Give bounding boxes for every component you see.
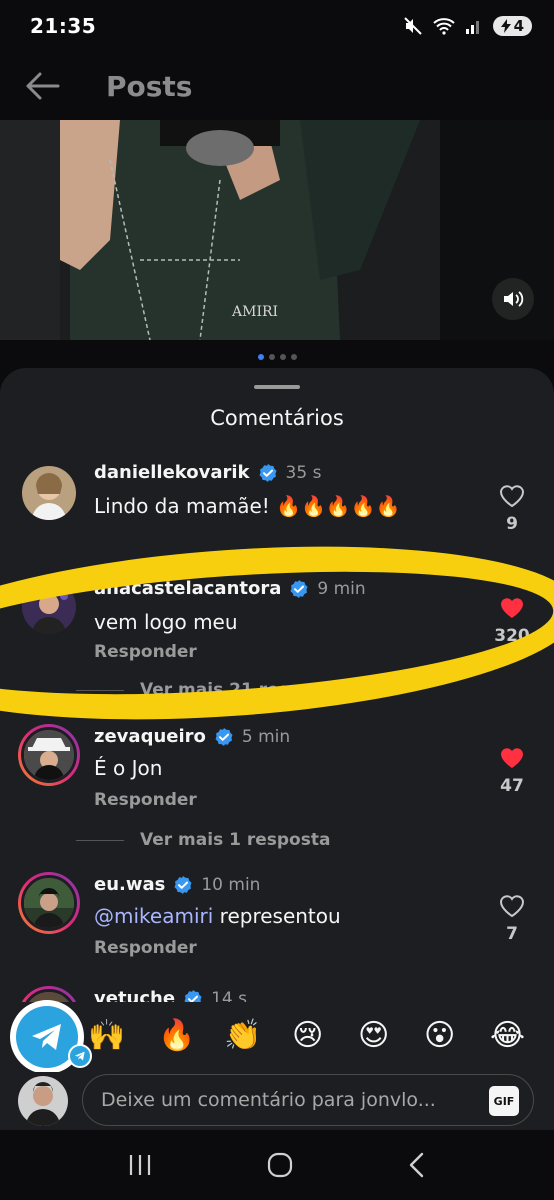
carousel-dot <box>268 354 275 360</box>
reply-button[interactable]: Responder <box>94 938 197 958</box>
comment-input-placeholder: Deixe um comentário para jonvlo... <box>101 1089 436 1111</box>
like-count: 9 <box>506 514 518 534</box>
highlight-annotation <box>0 525 554 741</box>
avatar[interactable] <box>18 724 80 786</box>
carousel-dot <box>279 354 286 360</box>
telegram-badge-icon <box>68 1044 92 1068</box>
emoji-raising-hands[interactable]: 🙌 <box>88 1018 125 1053</box>
like-button[interactable]: 7 <box>490 894 534 944</box>
more-replies-link[interactable]: Ver mais 1 resposta <box>76 830 330 850</box>
avatar-image <box>21 875 77 931</box>
verified-badge-icon <box>259 463 277 482</box>
comment-username[interactable]: eu.was <box>94 874 165 895</box>
reply-button[interactable]: Responder <box>94 790 197 810</box>
wifi-icon <box>432 18 455 35</box>
status-bar: 21:35 4 <box>0 0 554 52</box>
comment-text: @mikeamiri representou <box>94 904 341 928</box>
like-button[interactable]: 9 <box>490 484 534 534</box>
avatar-image <box>21 727 77 783</box>
like-count: 320 <box>494 626 530 646</box>
comment-time: 9 min <box>317 578 366 599</box>
comment-text: É o Jon <box>94 756 163 780</box>
divider <box>76 839 124 841</box>
verified-badge-icon <box>290 579 308 598</box>
heart-filled-icon <box>501 748 523 768</box>
carousel-dot <box>290 354 297 360</box>
gif-button[interactable]: GIF <box>489 1086 519 1116</box>
comment-input[interactable]: Deixe um comentário para jonvlo... GIF <box>82 1074 534 1126</box>
post-photo: AMIRI <box>0 120 554 340</box>
comment-time: 5 min <box>241 726 291 747</box>
divider <box>76 689 124 691</box>
verified-badge-icon <box>215 727 233 746</box>
comment-time: 10 min <box>201 874 261 895</box>
comment-username[interactable]: zevaqueiro <box>94 726 206 747</box>
comment-time: 35 s <box>285 462 322 483</box>
emoji-fire[interactable]: 🔥 <box>158 1018 195 1053</box>
carousel-dot <box>257 354 264 360</box>
avatar[interactable] <box>22 580 76 634</box>
comments-sheet: Comentários daniellekovarik 35 s Lindo d… <box>0 368 554 1008</box>
sheet-title: Comentários <box>210 406 344 430</box>
comment-username[interactable]: anacastelacantora <box>94 578 281 599</box>
reply-button[interactable]: Responder <box>94 642 197 662</box>
page-title: Posts <box>106 69 193 103</box>
like-button[interactable]: 47 <box>490 746 534 796</box>
comment-input-row: Deixe um comentário para jonvlo... GIF <box>0 1072 554 1130</box>
back-button[interactable] <box>2 56 82 116</box>
more-replies-label: Ver mais 1 resposta <box>140 830 331 850</box>
like-count: 47 <box>500 776 524 796</box>
battery-level: 4 <box>513 17 524 35</box>
verified-badge-icon <box>174 875 192 894</box>
recent-apps-icon[interactable] <box>127 1153 153 1177</box>
comment-header: eu.was 10 min <box>94 874 260 895</box>
heart-filled-icon <box>501 598 523 618</box>
home-icon[interactable] <box>266 1151 294 1179</box>
comment-header: anacastelacantora 9 min <box>94 578 366 599</box>
avatar-image <box>22 580 76 634</box>
emoji-heart-eyes[interactable]: 😍 <box>358 1018 389 1053</box>
comment-text-body: representou <box>213 904 341 928</box>
comment-username[interactable]: daniellekovarik <box>94 462 250 483</box>
avatar[interactable] <box>22 466 76 520</box>
telegram-bubble[interactable] <box>10 1000 92 1074</box>
mute-toggle-button[interactable] <box>492 278 534 320</box>
signal-icon <box>465 21 479 34</box>
like-button[interactable]: 320 <box>490 596 534 646</box>
comment-text: vem logo meu <box>94 610 238 634</box>
back-nav-icon[interactable] <box>407 1152 427 1178</box>
mute-status-icon <box>403 17 422 35</box>
more-replies-link[interactable]: Ver mais 21 respostas <box>76 680 352 700</box>
emoji-crying[interactable]: 😢 <box>292 1018 323 1053</box>
sheet-drag-handle[interactable] <box>254 385 300 389</box>
comment-header: daniellekovarik 35 s <box>94 462 321 483</box>
emoji-clapping[interactable]: 👏 <box>224 1018 261 1053</box>
battery-indicator: 4 <box>492 16 532 36</box>
post-image[interactable]: AMIRI <box>0 120 554 340</box>
emoji-surprised[interactable]: 😮 <box>424 1018 455 1053</box>
like-count: 7 <box>506 924 518 944</box>
avatar[interactable] <box>18 872 80 934</box>
heart-outline-icon <box>499 895 525 918</box>
avatar-image <box>22 466 76 520</box>
svg-text:AMIRI: AMIRI <box>231 304 278 320</box>
current-user-avatar <box>18 1076 68 1126</box>
status-time: 21:35 <box>30 14 97 38</box>
system-nav-bar <box>0 1130 554 1200</box>
more-replies-label: Ver mais 21 respostas <box>140 680 353 700</box>
charging-icon <box>500 19 511 33</box>
carousel-dots <box>0 354 554 360</box>
speaker-icon <box>504 291 524 307</box>
status-icons: 4 <box>403 16 532 36</box>
header: Posts <box>0 52 554 120</box>
heart-outline-icon <box>499 485 525 508</box>
comment-header: zevaqueiro 5 min <box>94 726 290 747</box>
arrow-left-icon <box>26 72 60 100</box>
emoji-laughing[interactable]: 😂 <box>490 1018 525 1053</box>
mention-link[interactable]: @mikeamiri <box>94 904 213 928</box>
comment-text: Lindo da mamãe! 🔥🔥🔥🔥🔥 <box>94 494 401 518</box>
